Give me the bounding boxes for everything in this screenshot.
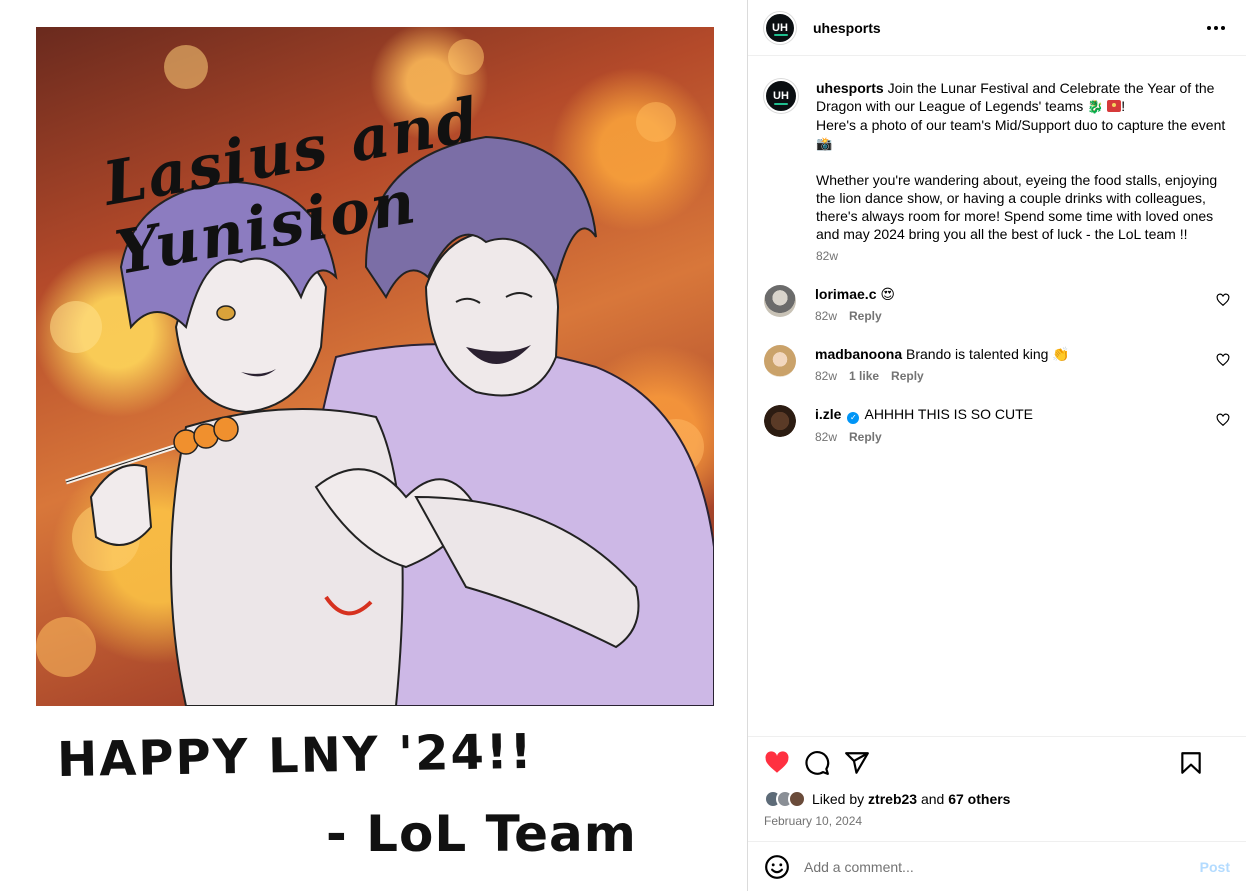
- liked-by-prefix: Liked by: [812, 791, 865, 807]
- comment-time[interactable]: 82w: [815, 369, 837, 383]
- commenter-avatar[interactable]: [764, 405, 796, 437]
- art-greeting: HAPPY LNY '24!!: [56, 723, 535, 789]
- caption-text: uhesports Join the Lunar Festival and Ce…: [816, 79, 1236, 243]
- caption-exclaim: !: [1121, 98, 1126, 114]
- comment-item: lorimae.c 😍 82w Reply: [764, 285, 1230, 323]
- post-button[interactable]: Post: [1200, 859, 1230, 875]
- comment-meta: 82w 1 like Reply: [815, 369, 1070, 383]
- caption: UH uhesports Join the Lunar Festival and…: [764, 79, 1230, 263]
- avatar-text: UH: [773, 90, 789, 102]
- more-icon[interactable]: [1204, 16, 1228, 40]
- caption-time[interactable]: 82w: [816, 249, 838, 263]
- post-media[interactable]: Lasius and Yunision HAPPY LNY '24!! - Lo…: [0, 0, 747, 891]
- share-icon[interactable]: [844, 750, 870, 776]
- comment-likes[interactable]: 1 like: [849, 369, 879, 383]
- post-side-panel: UH uhesports UH uhesports Join the Lunar…: [747, 0, 1246, 891]
- caption-line2-text: Here's a photo of our team's Mid/Support…: [816, 117, 1226, 133]
- heart-icon[interactable]: [764, 750, 790, 776]
- reply-button[interactable]: Reply: [849, 430, 882, 444]
- bookmark-icon[interactable]: [1178, 750, 1204, 776]
- liker-avatars[interactable]: [764, 790, 806, 808]
- small-heart-icon[interactable]: [1216, 413, 1230, 427]
- dragon-emoji: 🐉: [1087, 99, 1104, 114]
- comment-meta: 82w Reply: [815, 430, 1033, 444]
- comment-body: i.zle ✓ AHHHH THIS IS SO CUTE: [815, 405, 1033, 424]
- caption-avatar[interactable]: UH: [764, 79, 798, 113]
- comments-list[interactable]: UH uhesports Join the Lunar Festival and…: [748, 57, 1246, 735]
- emoji-icon[interactable]: [764, 854, 790, 880]
- action-bar: [764, 737, 1230, 789]
- comment-meta: 82w Reply: [815, 309, 895, 323]
- comment-text: Brando is talented king 👏: [906, 346, 1070, 362]
- art-signature: - LoL Team: [326, 805, 637, 863]
- caption-meta: 82w: [816, 249, 1236, 263]
- add-comment-bar: Post: [748, 841, 1246, 891]
- comment-username[interactable]: i.zle: [815, 406, 841, 422]
- small-heart-icon[interactable]: [1216, 353, 1230, 367]
- liked-by-user[interactable]: ztreb23: [868, 791, 917, 807]
- comment-body: lorimae.c 😍: [815, 285, 895, 303]
- comment-item: madbanoona Brando is talented king 👏 82w…: [764, 345, 1230, 383]
- caption-username[interactable]: uhesports: [816, 80, 884, 96]
- comment-icon[interactable]: [804, 750, 830, 776]
- comment-text: AHHHH THIS IS SO CUTE: [864, 406, 1034, 422]
- commenter-avatar[interactable]: [764, 285, 796, 317]
- liked-by-others[interactable]: 67 others: [948, 791, 1010, 807]
- avatar-text: UH: [772, 21, 788, 34]
- liked-by-and: and: [920, 791, 945, 807]
- post-header: UH uhesports: [748, 0, 1246, 56]
- comment-username[interactable]: lorimae.c: [815, 286, 876, 302]
- post-date[interactable]: February 10, 2024: [764, 814, 1230, 828]
- comment-item: i.zle ✓ AHHHH THIS IS SO CUTE 82w Reply: [764, 405, 1230, 444]
- account-username[interactable]: uhesports: [813, 20, 881, 36]
- comment-username[interactable]: madbanoona: [815, 346, 902, 362]
- comment-text: 😍: [880, 286, 895, 302]
- comment-time[interactable]: 82w: [815, 309, 837, 323]
- account-avatar[interactable]: UH: [764, 11, 796, 44]
- commenter-avatar[interactable]: [764, 345, 796, 377]
- reply-button[interactable]: Reply: [891, 369, 924, 383]
- verified-icon: ✓: [847, 412, 860, 424]
- comment-input[interactable]: [804, 858, 1200, 875]
- caption-line2: Here's a photo of our team's Mid/Support…: [816, 116, 1236, 153]
- comment-body: madbanoona Brando is talented king 👏: [815, 345, 1070, 363]
- caption-paragraph2: Whether you're wandering about, eyeing t…: [816, 172, 1218, 242]
- camera-emoji: 📸: [816, 136, 833, 151]
- reply-button[interactable]: Reply: [849, 309, 882, 323]
- post-image: Lasius and Yunision: [36, 27, 714, 706]
- small-heart-icon[interactable]: [1216, 293, 1230, 307]
- liked-by: Liked by ztreb23 and 67 others: [764, 790, 1230, 808]
- comment-time[interactable]: 82w: [815, 430, 837, 444]
- post-actions: Liked by ztreb23 and 67 others February …: [748, 736, 1246, 840]
- flag-emoji: [1107, 100, 1122, 112]
